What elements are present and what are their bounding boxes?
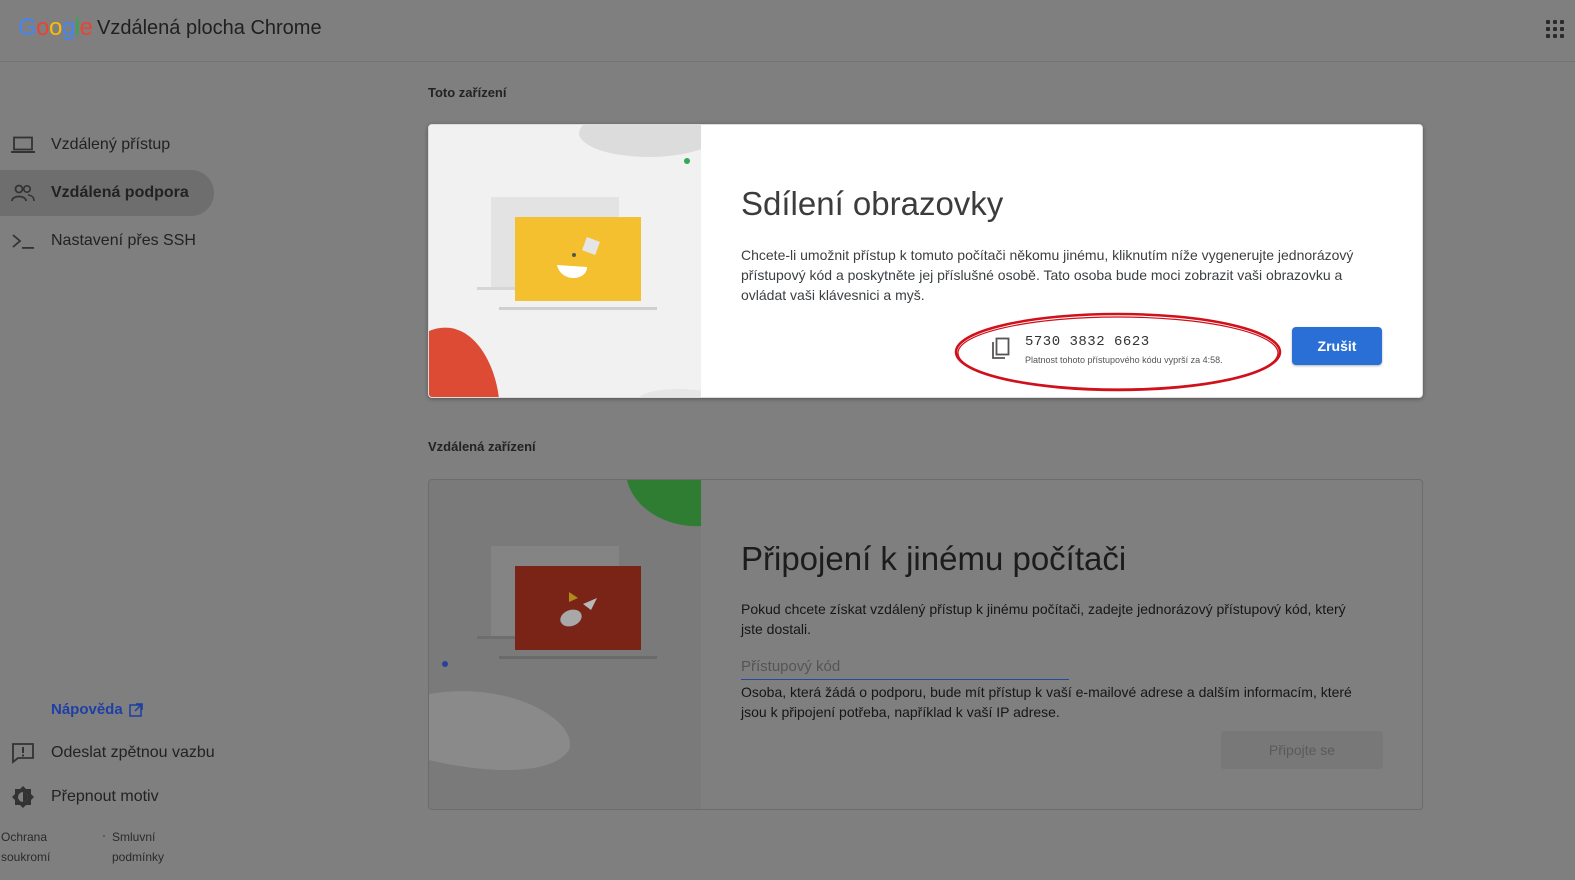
theme-label: Přepnout motiv: [51, 788, 159, 805]
help-link[interactable]: Nápověda: [51, 701, 143, 718]
share-illustration: [429, 125, 701, 397]
sidebar-item-label: Nastavení přes SSH: [51, 232, 196, 249]
laptop-icon: [10, 134, 36, 156]
external-link-icon: [128, 702, 143, 717]
sidebar-item-label: Vzdálená podpora: [51, 184, 189, 201]
connect-description: Pokud chcete získat vzdálený přístup k j…: [741, 601, 1346, 637]
top-bar: Google Vzdálená plocha Chrome: [0, 0, 1575, 62]
privacy-line1: Ochrana: [1, 830, 48, 844]
connect-title: Připojení k jinému počítači: [741, 540, 1127, 577]
help-link-label: Nápověda: [51, 701, 123, 718]
feedback-label: Odeslat zpětnou vazbu: [51, 744, 215, 761]
connect-illustration: [429, 480, 701, 809]
connect-notice: Osoba, která žádá o podporu, bude mít př…: [741, 684, 1352, 720]
app-title: Vzdálená plocha Chrome: [97, 17, 322, 39]
sidebar-item-label: Vzdálený přístup: [51, 136, 171, 153]
share-title: Sdílení obrazovky: [741, 185, 1004, 222]
google-logo: Google: [18, 14, 93, 41]
send-feedback-button[interactable]: Odeslat zpětnou vazbu: [10, 742, 215, 764]
privacy-line2: soukromí: [1, 850, 51, 864]
sidebar-item-remote-access[interactable]: Vzdálený přístup: [0, 122, 214, 168]
access-code-box: 5730 3832 6623 Platnost tohoto přístupov…: [989, 331, 1249, 371]
sidebar-item-ssh[interactable]: Nastavení přes SSH: [0, 218, 214, 264]
feedback-icon: [10, 742, 36, 764]
apps-grid-icon[interactable]: [1546, 20, 1566, 40]
connect-card: Připojení k jinému počítači Pokud chcete…: [428, 479, 1423, 810]
access-code-input[interactable]: [741, 654, 1069, 680]
share-description: Chcete-li umožnit přístup k tomuto počít…: [741, 247, 1354, 303]
toggle-theme-button[interactable]: Přepnout motiv: [10, 786, 159, 808]
footer-separator: ·: [102, 828, 106, 842]
sidebar-item-remote-support[interactable]: Vzdálená podpora: [0, 170, 214, 216]
access-code: 5730 3832 6623: [1025, 334, 1150, 350]
access-code-expiry: Platnost tohoto přístupového kódu vyprší…: [1025, 355, 1223, 365]
share-screen-card: Sdílení obrazovky Chcete-li umožnit přís…: [428, 124, 1423, 398]
connect-button[interactable]: Připojte se: [1221, 731, 1383, 769]
cancel-button[interactable]: Zrušit: [1292, 327, 1382, 365]
terms-line2: podmínky: [112, 850, 165, 864]
section-remote-devices: Vzdálená zařízení: [428, 439, 536, 454]
terms-line1: Smluvní: [112, 830, 156, 844]
terminal-icon: [10, 230, 36, 252]
privacy-link[interactable]: Ochrana soukromí: [1, 827, 50, 867]
people-icon: [10, 182, 36, 204]
terms-link[interactable]: Smluvní podmínky: [112, 827, 164, 867]
section-this-device: Toto zařízení: [428, 85, 507, 100]
theme-icon: [10, 786, 36, 808]
copy-icon[interactable]: [989, 337, 1011, 361]
